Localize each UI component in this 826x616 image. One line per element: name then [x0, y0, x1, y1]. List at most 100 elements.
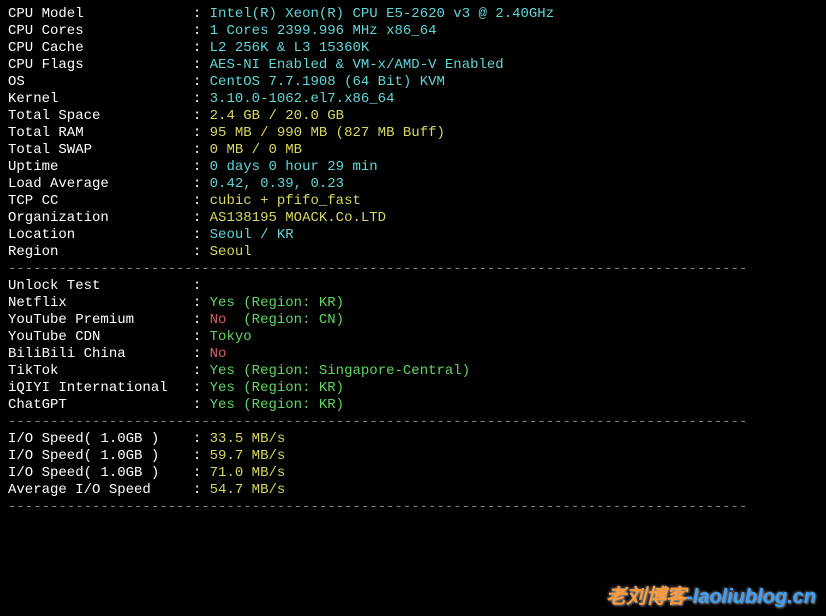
unlock-row: YouTube CDN : Tokyo	[8, 329, 818, 346]
unlock-row: iQIYI International : Yes (Region: KR)	[8, 380, 818, 397]
row-value: Seoul	[210, 244, 252, 260]
row-label: Total RAM	[8, 125, 193, 141]
terminal-output: CPU Model : Intel(R) Xeon(R) CPU E5-2620…	[8, 6, 818, 516]
divider-line: ----------------------------------------…	[8, 414, 818, 431]
sysinfo-row: Total RAM : 95 MB / 990 MB (827 MB Buff)	[8, 125, 818, 142]
row-colon: :	[193, 363, 210, 379]
sysinfo-row: Total SWAP : 0 MB / 0 MB	[8, 142, 818, 159]
row-label: Unlock Test	[8, 278, 193, 294]
divider-line: ----------------------------------------…	[8, 499, 818, 516]
row-colon: :	[193, 346, 210, 362]
sysinfo-row: CPU Flags : AES-NI Enabled & VM-x/AMD-V …	[8, 57, 818, 74]
row-colon: :	[193, 397, 210, 413]
row-value: 1 Cores 2399.996 MHz x86_64	[210, 23, 437, 39]
row-label: Total SWAP	[8, 142, 193, 158]
sysinfo-row: CPU Cache : L2 256K & L3 15360K	[8, 40, 818, 57]
io-value: 71.0 MB/s	[210, 465, 286, 481]
row-colon: :	[193, 210, 210, 226]
unlock-status: Yes	[210, 295, 244, 311]
sysinfo-row: Total Space : 2.4 GB / 20.0 GB	[8, 108, 818, 125]
row-colon: :	[193, 57, 210, 73]
row-value: L2 256K & L3 15360K	[210, 40, 370, 56]
sysinfo-row: CPU Model : Intel(R) Xeon(R) CPU E5-2620…	[8, 6, 818, 23]
row-label: YouTube Premium	[8, 312, 193, 328]
unlock-extra: (Region: KR)	[243, 397, 344, 413]
unlock-status: Yes	[210, 397, 244, 413]
watermark-text-2: -laoliublog.cn	[686, 586, 816, 608]
sysinfo-row: CPU Cores : 1 Cores 2399.996 MHz x86_64	[8, 23, 818, 40]
row-colon: :	[193, 465, 210, 481]
row-colon: :	[193, 6, 210, 22]
unlock-row: YouTube Premium : No (Region: CN)	[8, 312, 818, 329]
row-colon: :	[193, 193, 210, 209]
unlock-row: Netflix : Yes (Region: KR)	[8, 295, 818, 312]
watermark: 老刘博客-laoliublog.cn	[606, 589, 816, 606]
row-colon: :	[193, 108, 210, 124]
row-colon: :	[193, 244, 210, 260]
unlock-status: Yes	[210, 380, 244, 396]
row-label: Netflix	[8, 295, 193, 311]
unlock-status: Yes	[210, 363, 244, 379]
sysinfo-row: TCP CC : cubic + pfifo_fast	[8, 193, 818, 210]
row-label: Uptime	[8, 159, 193, 175]
row-value: AS138195 MOACK.Co.LTD	[210, 210, 386, 226]
unlock-extra: (Region: Singapore-Central)	[243, 363, 470, 379]
row-label: OS	[8, 74, 193, 90]
unlock-header-row: Unlock Test :	[8, 278, 818, 295]
unlock-extra: (Region: KR)	[243, 295, 344, 311]
row-colon: :	[193, 448, 210, 464]
row-colon: :	[193, 142, 210, 158]
unlock-row: ChatGPT : Yes (Region: KR)	[8, 397, 818, 414]
row-colon: :	[193, 227, 210, 243]
row-colon: :	[193, 329, 210, 345]
row-label: BiliBili China	[8, 346, 193, 362]
row-colon: :	[193, 176, 210, 192]
row-value: 0 days 0 hour 29 min	[210, 159, 378, 175]
row-value: CentOS 7.7.1908 (64 Bit) KVM	[210, 74, 445, 90]
row-colon: :	[193, 312, 210, 328]
io-value: 54.7 MB/s	[210, 482, 286, 498]
row-label: TikTok	[8, 363, 193, 379]
row-colon: :	[193, 125, 210, 141]
io-value: 59.7 MB/s	[210, 448, 286, 464]
row-label: Organization	[8, 210, 193, 226]
row-colon: :	[193, 295, 210, 311]
row-label: iQIYI International	[8, 380, 193, 396]
row-label: CPU Cache	[8, 40, 193, 56]
row-value: 0 MB / 0 MB	[210, 142, 302, 158]
row-colon: :	[193, 159, 210, 175]
row-label: I/O Speed( 1.0GB )	[8, 465, 193, 481]
row-label: TCP CC	[8, 193, 193, 209]
row-colon: :	[193, 40, 210, 56]
unlock-row: BiliBili China : No	[8, 346, 818, 363]
sysinfo-row: Location : Seoul / KR	[8, 227, 818, 244]
divider-line: ----------------------------------------…	[8, 261, 818, 278]
unlock-row: TikTok : Yes (Region: Singapore-Central)	[8, 363, 818, 380]
watermark-text-1: 老刘博客	[606, 586, 686, 608]
unlock-status: No	[210, 346, 244, 362]
row-label: ChatGPT	[8, 397, 193, 413]
row-value: AES-NI Enabled & VM-x/AMD-V Enabled	[210, 57, 504, 73]
row-colon: :	[193, 278, 210, 294]
row-label: Average I/O Speed	[8, 482, 193, 498]
sysinfo-row: Uptime : 0 days 0 hour 29 min	[8, 159, 818, 176]
io-value: 33.5 MB/s	[210, 431, 286, 447]
row-label: I/O Speed( 1.0GB )	[8, 448, 193, 464]
row-value: 3.10.0-1062.el7.x86_64	[210, 91, 395, 107]
row-colon: :	[193, 431, 210, 447]
sysinfo-row: Organization : AS138195 MOACK.Co.LTD	[8, 210, 818, 227]
io-row: Average I/O Speed : 54.7 MB/s	[8, 482, 818, 499]
row-label: YouTube CDN	[8, 329, 193, 345]
row-value: 2.4 GB / 20.0 GB	[210, 108, 344, 124]
sysinfo-row: OS : CentOS 7.7.1908 (64 Bit) KVM	[8, 74, 818, 91]
row-value: 95 MB / 990 MB (827 MB Buff)	[210, 125, 445, 141]
unlock-status: Tokyo	[210, 329, 252, 345]
unlock-extra: (Region: CN)	[243, 312, 344, 328]
row-value: cubic + pfifo_fast	[210, 193, 361, 209]
row-label: Location	[8, 227, 193, 243]
row-label: Kernel	[8, 91, 193, 107]
io-row: I/O Speed( 1.0GB ) : 71.0 MB/s	[8, 465, 818, 482]
unlock-extra: (Region: KR)	[243, 380, 344, 396]
row-value: 0.42, 0.39, 0.23	[210, 176, 344, 192]
row-label: I/O Speed( 1.0GB )	[8, 431, 193, 447]
